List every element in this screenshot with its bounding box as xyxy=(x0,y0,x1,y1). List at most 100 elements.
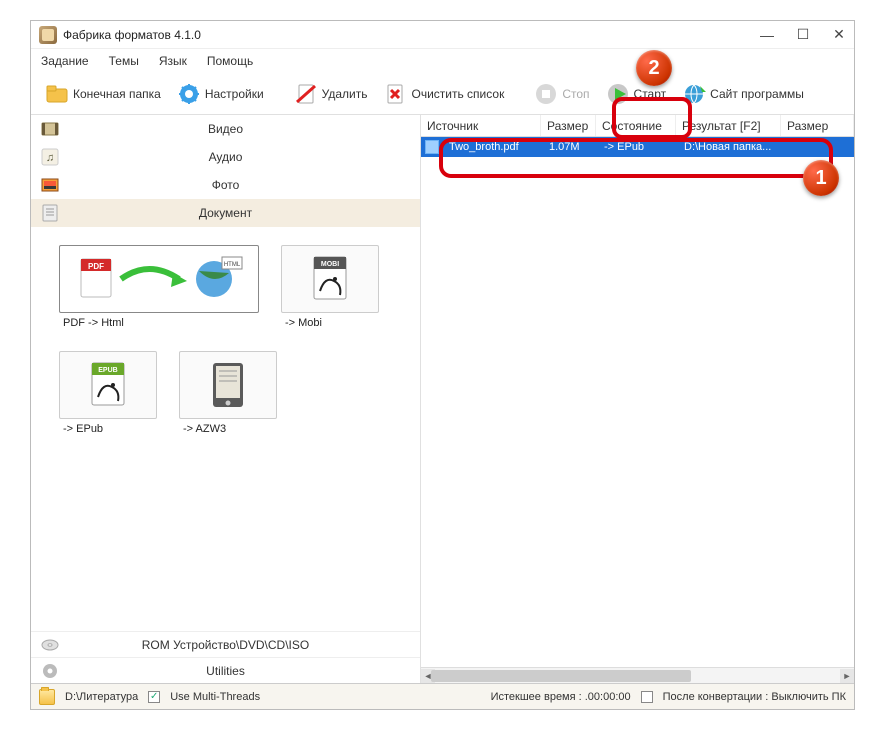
format-azw3-label: -> AZW3 xyxy=(179,423,226,435)
right-pane: Источник Размер Состояние Результат [F2]… xyxy=(421,115,854,683)
menu-themes[interactable]: Темы xyxy=(109,54,139,68)
titlebar: Фабрика форматов 4.1.0 — ☐ ✕ xyxy=(31,21,854,49)
col-state[interactable]: Состояние xyxy=(596,115,676,136)
site-button[interactable]: Сайт программы xyxy=(676,78,810,110)
remove-button[interactable]: Удалить xyxy=(288,78,374,110)
maximize-button[interactable]: ☐ xyxy=(796,28,810,42)
scroll-right-arrow[interactable]: ► xyxy=(840,669,854,683)
clear-icon xyxy=(383,82,407,106)
folder-icon xyxy=(45,82,69,106)
callout-badge-2: 2 xyxy=(636,50,672,86)
category-document[interactable]: Документ xyxy=(31,199,420,227)
menu-bar: Задание Темы Язык Помощь xyxy=(31,49,854,73)
app-icon xyxy=(39,26,57,44)
elapsed-time: Истекшее время : .00:00:00 xyxy=(491,691,631,703)
category-rom-label: ROM Устройство\DVD\CD\ISO xyxy=(71,638,380,652)
stop-icon xyxy=(534,82,558,106)
category-list: Видео ♫ Аудио Фото xyxy=(31,115,420,227)
category-rom[interactable]: ROM Устройство\DVD\CD\ISO xyxy=(31,631,420,657)
category-document-label: Документ xyxy=(71,206,380,220)
format-pdf-html-label: PDF -> Html xyxy=(59,317,124,329)
output-folder-button[interactable]: Конечная папка xyxy=(39,78,167,110)
app-window: Фабрика форматов 4.1.0 — ☐ ✕ Задание Тем… xyxy=(30,20,855,710)
menu-help[interactable]: Помощь xyxy=(207,54,253,68)
svg-text:PDF: PDF xyxy=(88,262,104,271)
status-bar: D:\Литература ✓ Use Multi-Threads Истекш… xyxy=(31,683,854,709)
cell-result: D:\Новая папка... xyxy=(678,141,854,153)
status-path: D:\Литература xyxy=(65,691,138,703)
category-video-label: Видео xyxy=(71,122,380,136)
settings-label: Настройки xyxy=(205,87,264,101)
cell-size: 1.07M xyxy=(543,141,598,153)
photo-icon xyxy=(39,174,61,196)
format-grid: PDF HTML PDF -> Html xyxy=(31,227,420,453)
close-button[interactable]: ✕ xyxy=(832,28,846,42)
category-photo[interactable]: Фото xyxy=(31,171,420,199)
output-folder-label: Конечная папка xyxy=(73,87,161,101)
toolbar: Конечная папка Настройки Удалить Очистит… xyxy=(31,73,854,115)
category-utilities[interactable]: Utilities xyxy=(31,657,420,683)
format-epub-thumb: EPUB xyxy=(59,351,157,419)
audio-icon: ♫ xyxy=(39,146,61,168)
format-mobi-thumb: MOBI xyxy=(281,245,379,313)
col-source[interactable]: Источник xyxy=(421,115,541,136)
stop-button[interactable]: Стоп xyxy=(528,78,595,110)
svg-text:♫: ♫ xyxy=(46,152,54,164)
start-label: Старт xyxy=(634,87,667,101)
format-azw3-thumb xyxy=(179,351,277,419)
gear-icon xyxy=(177,82,201,106)
remove-icon xyxy=(294,82,318,106)
remove-label: Удалить xyxy=(322,87,368,101)
globe-icon xyxy=(682,82,706,106)
table-row[interactable]: Two_broth.pdf 1.07M -> EPub D:\Новая пап… xyxy=(421,137,854,157)
category-audio[interactable]: ♫ Аудио xyxy=(31,143,420,171)
body-split: Видео ♫ Аудио Фото xyxy=(31,115,854,683)
cell-source: Two_broth.pdf xyxy=(443,141,543,153)
gear-small-icon xyxy=(39,660,61,682)
disc-icon xyxy=(39,634,61,656)
category-audio-label: Аудио xyxy=(71,150,380,164)
video-icon xyxy=(39,118,61,140)
after-convert-label: После конвертации : Выключить ПК xyxy=(663,691,846,703)
bottom-categories: ROM Устройство\DVD\CD\ISO Utilities xyxy=(31,631,420,683)
settings-button[interactable]: Настройки xyxy=(171,78,270,110)
file-list-header: Источник Размер Состояние Результат [F2]… xyxy=(421,115,854,137)
callout-badge-1: 1 xyxy=(803,160,839,196)
category-photo-label: Фото xyxy=(71,178,380,192)
status-folder-icon[interactable] xyxy=(39,689,55,705)
window-title: Фабрика форматов 4.1.0 xyxy=(63,28,760,42)
col-size[interactable]: Размер xyxy=(541,115,596,136)
scroll-thumb[interactable] xyxy=(431,670,691,682)
format-pdf-html-thumb: PDF HTML xyxy=(59,245,259,313)
clear-list-button[interactable]: Очистить список xyxy=(377,78,510,110)
category-video[interactable]: Видео xyxy=(31,115,420,143)
menu-lang[interactable]: Язык xyxy=(159,54,187,68)
col-size2[interactable]: Размер xyxy=(781,115,854,136)
svg-text:EPUB: EPUB xyxy=(98,367,117,374)
format-epub-label: -> EPub xyxy=(59,423,103,435)
horizontal-scrollbar[interactable]: ◄ ► xyxy=(421,667,854,683)
site-label: Сайт программы xyxy=(710,87,804,101)
format-epub[interactable]: EPUB -> EPub xyxy=(59,351,157,435)
category-utilities-label: Utilities xyxy=(71,664,380,678)
format-azw3[interactable]: -> AZW3 xyxy=(179,351,277,435)
clear-label: Очистить список xyxy=(411,87,504,101)
multi-threads-checkbox[interactable]: ✓ xyxy=(148,691,160,703)
format-pdf-html[interactable]: PDF HTML PDF -> Html xyxy=(59,245,259,329)
svg-text:MOBI: MOBI xyxy=(321,261,339,268)
file-icon xyxy=(425,140,439,154)
document-icon xyxy=(39,202,61,224)
cell-state: -> EPub xyxy=(598,141,678,153)
menu-task[interactable]: Задание xyxy=(41,54,89,68)
play-icon xyxy=(606,82,630,106)
left-pane: Видео ♫ Аудио Фото xyxy=(31,115,421,683)
file-list[interactable]: Two_broth.pdf 1.07M -> EPub D:\Новая пап… xyxy=(421,137,854,667)
stop-label: Стоп xyxy=(562,87,589,101)
svg-text:HTML: HTML xyxy=(224,262,241,268)
format-mobi[interactable]: MOBI -> Mobi xyxy=(281,245,379,329)
after-convert-checkbox[interactable]: ✓ xyxy=(641,691,653,703)
format-mobi-label: -> Mobi xyxy=(281,317,322,329)
multi-threads-label: Use Multi-Threads xyxy=(170,691,260,703)
minimize-button[interactable]: — xyxy=(760,28,774,42)
col-result[interactable]: Результат [F2] xyxy=(676,115,781,136)
